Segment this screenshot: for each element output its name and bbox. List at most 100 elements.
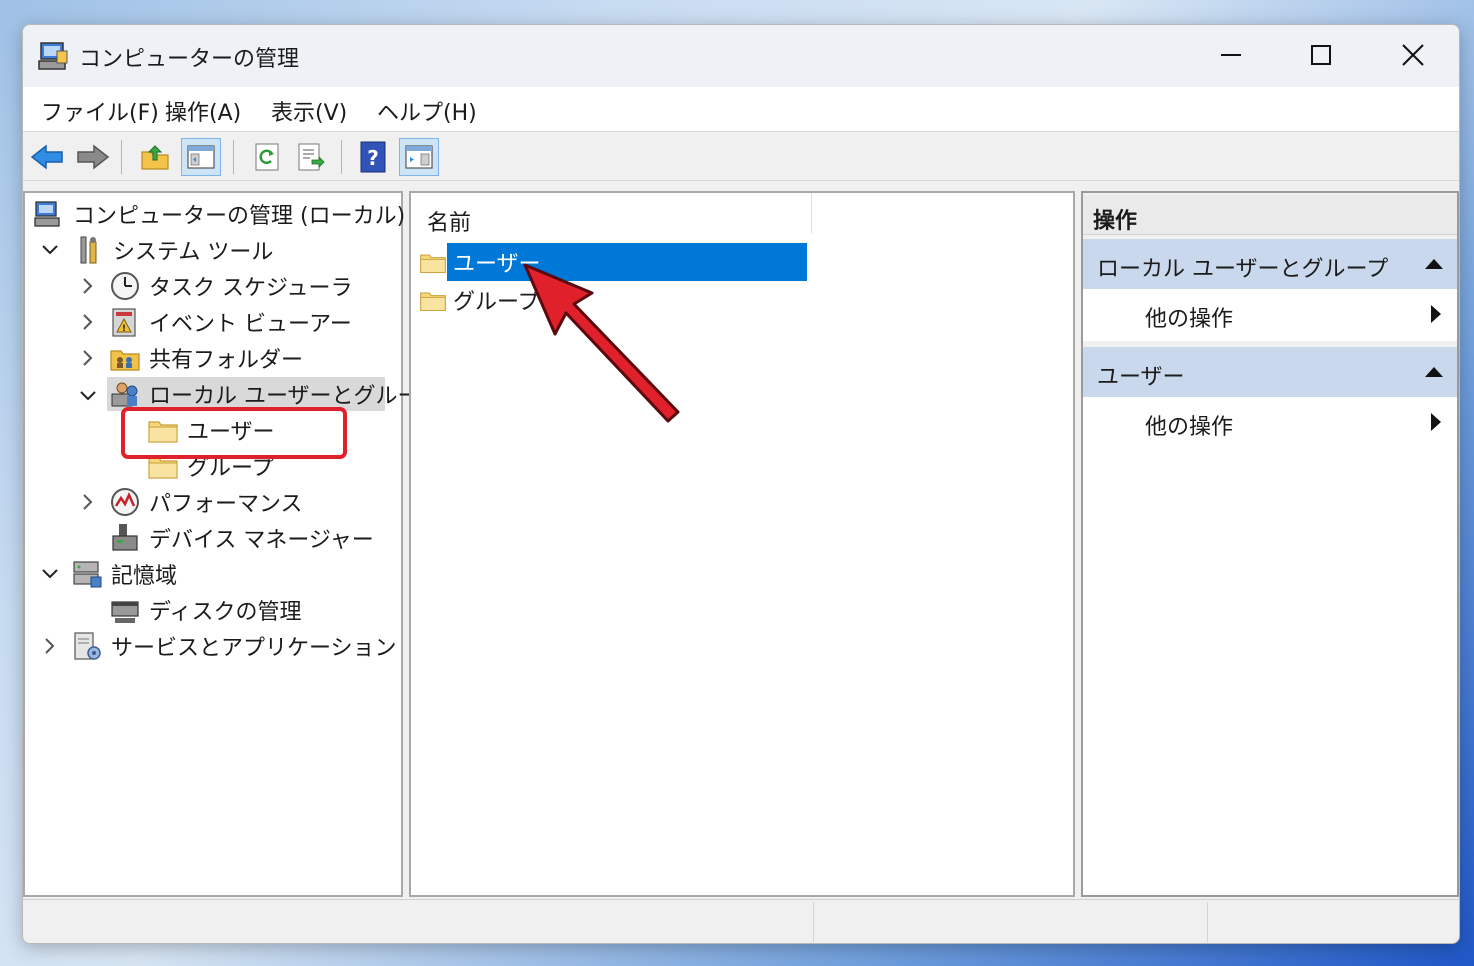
tools-icon <box>80 236 97 264</box>
list-item-groups[interactable]: グループ <box>419 281 546 319</box>
submenu-arrow-icon <box>1431 413 1441 431</box>
maximize-icon <box>1311 45 1331 65</box>
tree-item-performance[interactable]: パフォーマンス <box>109 485 303 519</box>
action-item-label: 他の操作 <box>1145 415 1234 440</box>
svg-text:!: ! <box>122 324 126 334</box>
action-more-actions[interactable]: 他の操作 <box>1083 289 1457 341</box>
status-bar <box>23 899 1459 943</box>
results-list-pane: 名前 ユーザー グループ <box>409 191 1075 897</box>
svg-text:?: ? <box>367 146 379 170</box>
menu-file[interactable]: ファイル(F) <box>41 95 159 127</box>
action-section-title: ローカル ユーザーとグループ <box>1097 257 1389 282</box>
list-item-label: ユーザー <box>447 243 807 281</box>
annotation-highlight-box <box>121 407 347 459</box>
chevron-right-icon[interactable] <box>79 349 97 367</box>
menu-action[interactable]: 操作(A) <box>165 95 241 127</box>
action-section-local-users-groups[interactable]: ローカル ユーザーとグループ <box>1083 239 1457 289</box>
menu-help[interactable]: ヘルプ(H) <box>377 95 477 127</box>
minimize-button[interactable] <box>1185 25 1277 85</box>
action-pane-icon <box>405 145 433 169</box>
toolbar-separator <box>233 140 234 174</box>
folder-icon <box>420 254 446 274</box>
action-more-actions[interactable]: 他の操作 <box>1083 397 1457 449</box>
collapse-icon[interactable] <box>1425 259 1443 269</box>
device-manager-icon <box>112 524 138 551</box>
menu-view[interactable]: 表示(V) <box>271 95 347 127</box>
minimize-icon <box>1221 54 1241 56</box>
tree-item-label: デバイス マネージャー <box>149 528 374 553</box>
tree-item-event-viewer[interactable]: ! イベント ビューアー <box>109 305 352 339</box>
action-pane-empty-area <box>1083 449 1457 895</box>
maximize-button[interactable] <box>1275 25 1367 85</box>
clock-icon <box>111 272 139 300</box>
refresh-icon <box>255 143 279 171</box>
close-button[interactable] <box>1367 25 1459 85</box>
performance-icon <box>111 488 139 516</box>
tree-item-device-manager[interactable]: デバイス マネージャー <box>109 521 374 555</box>
toolbar-separator <box>121 140 122 174</box>
tree-item-label: 共有フォルダー <box>149 348 304 373</box>
tree-item-label: 記憶域 <box>111 564 178 589</box>
tree-item-label: ディスクの管理 <box>149 600 302 625</box>
disk-icon <box>111 601 139 623</box>
column-header-name[interactable]: 名前 <box>427 205 471 237</box>
computer-management-icon <box>38 42 68 70</box>
tree-item-services-applications[interactable]: サービスとアプリケーション <box>71 629 397 663</box>
collapse-icon[interactable] <box>1425 367 1443 377</box>
folder-icon <box>420 292 446 312</box>
tree-item-shared-folders[interactable]: 共有フォルダー <box>109 341 303 375</box>
help-button[interactable]: ? <box>353 138 393 176</box>
column-divider[interactable] <box>811 193 812 233</box>
tree-item-disk-management[interactable]: ディスクの管理 <box>109 593 301 627</box>
services-icon <box>74 632 101 660</box>
console-tree-icon <box>187 145 215 169</box>
tree-item-task-scheduler[interactable]: タスク スケジューラ <box>109 269 352 303</box>
forward-button[interactable] <box>73 138 113 176</box>
event-viewer-icon: ! <box>112 308 136 337</box>
help-icon: ? <box>360 141 386 173</box>
computer-management-icon <box>34 201 60 227</box>
tree-item-label: システム ツール <box>113 240 274 265</box>
refresh-button[interactable] <box>247 138 287 176</box>
submenu-arrow-icon <box>1431 305 1441 323</box>
up-level-button[interactable] <box>135 138 175 176</box>
title-bar: コンピューターの管理 <box>23 25 1459 87</box>
chevron-right-icon[interactable] <box>79 493 97 511</box>
tree-item-local-users-groups[interactable]: ローカル ユーザーとグループ <box>107 377 440 411</box>
tree-item-computer-management-local[interactable]: コンピューターの管理 (ローカル) <box>33 197 405 231</box>
chevron-right-icon[interactable] <box>41 637 59 655</box>
action-pane: 操作 ローカル ユーザーとグループ 他の操作 ユーザー 他の操作 <box>1081 191 1459 897</box>
computer-management-window: コンピューターの管理 ファイル(F) 操作(A) 表示(V) ヘルプ(H) ? … <box>22 24 1460 944</box>
action-pane-title: 操作 <box>1083 195 1457 235</box>
list-item-users[interactable]: ユーザー <box>419 243 807 281</box>
forward-arrow-icon <box>77 144 110 170</box>
show-hide-action-pane-button[interactable] <box>399 138 439 176</box>
folder-up-icon <box>141 145 169 170</box>
users-group-icon <box>111 382 138 407</box>
tree-item-label: コンピューターの管理 (ローカル) <box>73 204 406 229</box>
tree-item-label: サービスとアプリケーション <box>111 636 397 661</box>
list-item-label: グループ <box>453 290 540 315</box>
chevron-right-icon[interactable] <box>79 313 97 331</box>
export-list-button[interactable] <box>291 138 331 176</box>
export-list-icon <box>298 143 325 171</box>
toolbar-separator <box>341 140 342 174</box>
chevron-right-icon[interactable] <box>79 277 97 295</box>
back-arrow-icon <box>30 144 63 170</box>
chevron-down-icon[interactable] <box>79 387 97 405</box>
chevron-down-icon[interactable] <box>41 241 59 259</box>
console-tree-pane: コンピューターの管理 (ローカル) システム ツール タスク スケジューラ ! … <box>23 191 440 897</box>
chevron-down-icon[interactable] <box>41 565 59 583</box>
back-button[interactable] <box>27 138 67 176</box>
tree-item-storage[interactable]: 記憶域 <box>71 557 177 591</box>
status-divider <box>1207 902 1208 942</box>
tree-item-system-tools[interactable]: システム ツール <box>73 233 273 267</box>
action-section-users[interactable]: ユーザー <box>1083 347 1457 397</box>
action-section-title: ユーザー <box>1097 365 1185 390</box>
show-hide-console-tree-button[interactable] <box>181 138 221 176</box>
action-item-label: 他の操作 <box>1145 307 1234 332</box>
close-icon <box>1402 44 1424 66</box>
menu-bar: ファイル(F) 操作(A) 表示(V) ヘルプ(H) <box>23 87 1459 131</box>
tree-item-label: ローカル ユーザーとグループ <box>149 384 441 409</box>
toolbar: ? <box>23 131 1459 181</box>
